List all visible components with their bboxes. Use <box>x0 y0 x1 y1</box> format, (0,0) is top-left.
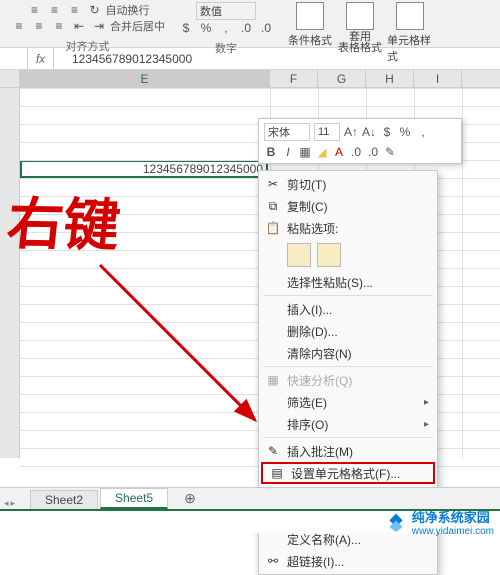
row-headers <box>0 88 20 458</box>
fx-label[interactable]: fx <box>28 48 54 69</box>
border-icon[interactable]: ▦ <box>298 144 312 160</box>
inc-dec-mini-icon[interactable]: .0 <box>349 144 363 160</box>
number-group: 数值 $ % , .0 .0 数字 <box>177 2 275 56</box>
chevron-right-icon: ▸ <box>424 397 429 408</box>
mini-font-size[interactable]: 11 <box>314 123 340 141</box>
dec-decimal-icon[interactable]: .0 <box>257 20 275 36</box>
conditional-format-button[interactable]: 条件格式 <box>287 2 333 48</box>
increase-font-icon[interactable]: A↑ <box>344 124 358 140</box>
merge-center-button[interactable]: 合并后居中 <box>110 18 165 34</box>
mini-font-name[interactable]: 宋体 <box>264 123 310 141</box>
tab-add[interactable]: ⊕ <box>170 488 210 509</box>
inc-decimal-icon[interactable]: .0 <box>237 20 255 36</box>
ctx-delete[interactable]: 删除(D)... <box>259 320 437 342</box>
tab-sheet2[interactable]: Sheet2 <box>30 490 98 509</box>
ctx-paste-header: 📋粘贴选项: <box>259 217 437 239</box>
col-header-g[interactable]: G <box>318 70 366 87</box>
ctx-format-cells[interactable]: ▤设置单元格格式(F)... <box>261 462 435 484</box>
ribbon: ≡ ≡ ≡ ↻ 自动换行 ≡ ≡ ≡ ⇤ ⇥ 合并后居中 对齐方式 数值 $ %… <box>0 0 500 48</box>
comment-icon: ✎ <box>265 443 281 459</box>
ctx-hyperlink[interactable]: ⚯超链接(I)... <box>259 550 437 572</box>
select-all-corner[interactable] <box>0 70 20 87</box>
ctx-sep-2 <box>263 366 433 367</box>
tab-nav[interactable]: ◂▸ <box>4 498 15 509</box>
formula-value[interactable]: 123456789012345000 <box>54 52 500 66</box>
align-bot-icon[interactable]: ≡ <box>66 2 84 18</box>
watermark-url: www.yidaimei.com <box>412 526 494 537</box>
align-right-icon[interactable]: ≡ <box>50 18 68 34</box>
align-center-icon[interactable]: ≡ <box>30 18 48 34</box>
ctx-paste-special[interactable]: 选择性粘贴(S)... <box>259 271 437 293</box>
currency-icon[interactable]: $ <box>177 20 195 36</box>
scissors-icon: ✂ <box>265 176 281 192</box>
clipboard-icon: 📋 <box>265 220 281 236</box>
ctx-sep-1 <box>263 295 433 296</box>
indent-dec-icon[interactable]: ⇤ <box>70 18 88 34</box>
ctx-copy[interactable]: ⧉复制(C) <box>259 195 437 217</box>
formula-bar: fx 123456789012345000 <box>0 48 500 70</box>
copy-icon: ⧉ <box>265 198 281 214</box>
bold-icon[interactable]: B <box>264 144 278 160</box>
col-header-h[interactable]: H <box>366 70 414 87</box>
wrap-text-button[interactable]: 自动换行 <box>106 2 150 18</box>
currency-mini-icon[interactable]: $ <box>380 124 394 140</box>
ctx-sort[interactable]: 排序(O)▸ <box>259 413 437 435</box>
chevron-right-icon: ▸ <box>424 419 429 430</box>
ctx-cut[interactable]: ✂剪切(T) <box>259 173 437 195</box>
percent-mini-icon[interactable]: % <box>398 124 412 140</box>
format-painter-icon[interactable]: ✎ <box>383 144 397 160</box>
paste-options <box>259 239 437 271</box>
align-left-icon[interactable]: ≡ <box>10 18 28 34</box>
col-header-f[interactable]: F <box>270 70 318 87</box>
dec-dec-mini-icon[interactable]: .0 <box>366 144 380 160</box>
indent-inc-icon[interactable]: ⇥ <box>90 18 108 34</box>
ctx-quick-analysis: ▦快速分析(Q) <box>259 369 437 391</box>
fill-color-icon[interactable]: ◢ <box>315 144 329 160</box>
comma-icon[interactable]: , <box>217 20 235 36</box>
ctx-clear[interactable]: 清除内容(N) <box>259 342 437 364</box>
number-format-select[interactable]: 数值 <box>196 2 256 20</box>
col-header-e[interactable]: E <box>20 70 270 87</box>
paste-option-2[interactable] <box>317 243 341 267</box>
col-header-i[interactable]: I <box>414 70 462 87</box>
orientation-icon[interactable]: ↻ <box>86 2 104 18</box>
format-cells-icon: ▤ <box>269 465 285 481</box>
percent-icon[interactable]: % <box>197 20 215 36</box>
footer: 纯净系统家园 www.yidaimei.com <box>0 509 500 533</box>
watermark-title: 纯净系统家园 <box>412 507 494 526</box>
name-box[interactable] <box>0 48 28 69</box>
ctx-insert[interactable]: 插入(I)... <box>259 298 437 320</box>
active-cell-value: 123456789012345000 <box>143 162 263 176</box>
quick-analysis-icon: ▦ <box>265 372 281 388</box>
column-headers: E F G H I <box>0 70 500 88</box>
mini-toolbar: 宋体 11 A↑ A↓ $ % , B I ▦ ◢ A .0 .0 ✎ <box>258 118 462 164</box>
ctx-filter[interactable]: 筛选(E)▸ <box>259 391 437 413</box>
comma-mini-icon[interactable]: , <box>416 124 430 140</box>
align-mid-icon[interactable]: ≡ <box>46 2 64 18</box>
align-group: ≡ ≡ ≡ ↻ 自动换行 ≡ ≡ ≡ ⇤ ⇥ 合并后居中 对齐方式 <box>10 2 165 54</box>
align-top-icon[interactable]: ≡ <box>26 2 44 18</box>
active-cell[interactable]: 123456789012345000 <box>20 160 268 178</box>
font-color-icon[interactable]: A <box>332 144 346 160</box>
tab-sheet5[interactable]: Sheet5 <box>100 488 168 509</box>
ctx-sep-3 <box>263 437 433 438</box>
hyperlink-icon: ⚯ <box>265 553 281 569</box>
decrease-font-icon[interactable]: A↓ <box>362 124 376 140</box>
watermark-icon <box>386 512 406 532</box>
ctx-insert-comment[interactable]: ✎插入批注(M) <box>259 440 437 462</box>
sheet-tabs: ◂▸ Sheet2 Sheet5 ⊕ <box>0 487 500 509</box>
paste-option-1[interactable] <box>287 243 311 267</box>
italic-icon[interactable]: I <box>281 144 295 160</box>
format-table-button[interactable]: 套用 表格格式 <box>337 2 383 54</box>
